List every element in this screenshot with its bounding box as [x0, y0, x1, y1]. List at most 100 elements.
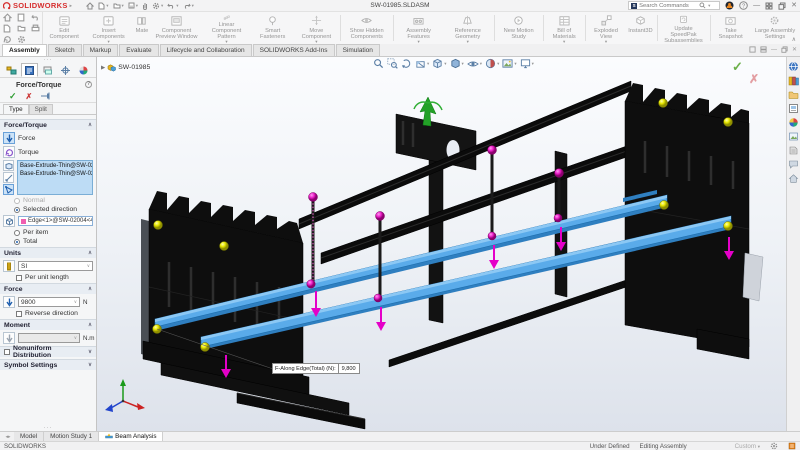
save-icon[interactable]	[17, 13, 25, 22]
search-commands-box[interactable]: S ▾	[628, 1, 720, 10]
select-edges-icon[interactable]	[3, 172, 14, 183]
new-motion-study-button[interactable]: New Motion Study	[496, 12, 542, 44]
select-faces-icon[interactable]	[3, 160, 14, 171]
per-item-radio-row[interactable]: Per item	[14, 229, 93, 236]
status-options-gear-icon[interactable]	[770, 442, 778, 450]
3d-model[interactable]	[97, 57, 786, 431]
graphics-area[interactable]: ▶ SW-01985 ▾ ▾ ▾ ▾ ▾ ▾ ▾ ✓ ✗ F-Along Edg…	[97, 57, 800, 431]
undo-button[interactable]: ▾	[167, 2, 178, 9]
reverse-direction-checkbox[interactable]	[16, 311, 22, 317]
view-palette-icon[interactable]	[788, 103, 799, 114]
search-input[interactable]	[639, 3, 697, 9]
assembly-features-button[interactable]: Assembly Features▾	[395, 12, 443, 44]
custom-properties-icon[interactable]	[788, 145, 799, 156]
force-callout[interactable]: F-Along Edge(Total) (N): 9,800	[272, 363, 360, 374]
instant3d-button[interactable]: Instant3D	[625, 12, 655, 44]
open-button[interactable]: ▾	[113, 2, 124, 9]
help-icon[interactable]: ?	[739, 1, 748, 10]
units-section-header[interactable]: Units∧	[0, 247, 96, 258]
panel-help-icon[interactable]: ?	[85, 81, 92, 88]
tree-item-label[interactable]: SW-01985	[118, 64, 150, 71]
open-icon[interactable]	[17, 24, 26, 32]
selection-item[interactable]: Base-Extrude-Thin@SW-02003	[18, 162, 92, 170]
apply-scene-icon[interactable]: ▾	[502, 58, 516, 69]
per-unit-length-checkbox[interactable]	[16, 275, 22, 281]
user-account-icon[interactable]	[725, 1, 734, 10]
tab-sketch[interactable]: Sketch	[48, 44, 82, 56]
new-icon[interactable]	[3, 24, 11, 33]
dimxpertmanager-tab[interactable]	[57, 63, 74, 77]
ok-check-icon[interactable]: ✓	[9, 91, 17, 102]
per-item-radio[interactable]	[14, 230, 20, 236]
type-tab[interactable]: Type	[3, 104, 29, 114]
solidworks-resources-icon[interactable]	[788, 61, 799, 72]
keep-visible-pin-icon[interactable]	[41, 92, 52, 100]
status-document-icon[interactable]	[788, 442, 796, 450]
search-icon[interactable]	[699, 2, 706, 9]
force-value-input[interactable]: 9800∨	[18, 297, 80, 307]
menu-expand-arrow[interactable]: ▸	[70, 4, 73, 8]
torque-option[interactable]: Torque	[3, 146, 93, 158]
displaymanager-tab[interactable]	[75, 63, 92, 77]
redo-button[interactable]: ▾	[183, 2, 194, 9]
selected-direction-radio-row[interactable]: Selected direction	[14, 206, 93, 213]
configurationmanager-tab[interactable]	[39, 63, 56, 77]
center-bracket[interactable]	[396, 114, 476, 170]
direction-reference-field[interactable]: Edge<1>@SW-02004<4>	[18, 216, 93, 226]
update-speedpak-button[interactable]: Update SpeedPak Subassemblies	[659, 12, 709, 44]
zoom-to-area-icon[interactable]	[387, 58, 398, 69]
status-config-selector[interactable]: Custom ▾	[735, 443, 760, 450]
tree-expand-arrow[interactable]: ▶	[101, 65, 105, 71]
file-explorer-icon[interactable]	[788, 89, 799, 100]
minimize-button[interactable]: —	[753, 2, 760, 9]
ribbon-collapse-chevron[interactable]: ∧	[792, 36, 796, 43]
take-snapshot-button[interactable]: Take Snapshot	[711, 12, 750, 44]
home-icon[interactable]	[788, 173, 799, 184]
move-component-button[interactable]: Move Component▾	[294, 12, 339, 44]
section-view-icon[interactable]: ▾	[415, 58, 429, 69]
confirm-cancel-icon[interactable]: ✗	[749, 72, 759, 86]
total-radio[interactable]	[14, 239, 20, 245]
model-tab[interactable]: Model	[14, 432, 44, 441]
cancel-x-icon[interactable]: ✗	[26, 92, 33, 101]
moment-section-header[interactable]: Moment∧	[0, 319, 96, 330]
appearances-icon[interactable]	[788, 117, 799, 128]
nonuniform-distribution-checkbox[interactable]	[4, 349, 10, 355]
beam-analysis-tab[interactable]: Beam Analysis	[99, 432, 163, 441]
selection-item[interactable]: Base-Extrude-Thin@SW-02003	[18, 170, 92, 178]
close-button[interactable]: ✕	[791, 2, 797, 9]
select-vertices-icon[interactable]	[3, 184, 14, 195]
tab-markup[interactable]: Markup	[83, 44, 119, 56]
units-select[interactable]: SI∨	[18, 261, 93, 271]
confirm-ok-icon[interactable]: ✓	[732, 59, 743, 75]
force-section-header[interactable]: Force∧	[0, 283, 96, 294]
exploded-view-button[interactable]: Exploded View▾	[587, 12, 626, 44]
save-button[interactable]: ▾	[128, 2, 138, 9]
home-icon[interactable]	[3, 13, 12, 22]
force-torque-section-header[interactable]: Force/Torque∧	[0, 119, 96, 130]
mate-button[interactable]: Mate	[132, 12, 151, 44]
doc-tile-icon[interactable]	[760, 46, 767, 53]
doc-cascade-icon[interactable]	[749, 46, 756, 53]
force-option[interactable]: Force	[3, 132, 93, 144]
undo-icon[interactable]	[31, 13, 40, 21]
new-document-button[interactable]: ▾	[98, 2, 108, 10]
options-gear-icon[interactable]	[17, 35, 26, 44]
options-button[interactable]: ▾	[152, 2, 163, 10]
propertymanager-tab[interactable]	[21, 63, 38, 77]
home-button[interactable]	[86, 2, 94, 10]
apps-grid-icon[interactable]	[765, 2, 773, 10]
tab-assembly[interactable]: Assembly	[2, 44, 47, 56]
insert-components-button[interactable]: Insert Components▾	[85, 12, 133, 44]
callout-value[interactable]: 9,800	[339, 364, 359, 373]
selection-list[interactable]: Base-Extrude-Thin@SW-02003 Base-Extrude-…	[17, 160, 93, 195]
attach-button[interactable]	[142, 2, 148, 10]
tab-evaluate[interactable]: Evaluate	[119, 44, 158, 56]
component-preview-window-button[interactable]: Component Preview Window	[151, 12, 201, 44]
total-radio-row[interactable]: Total	[14, 238, 93, 245]
symbol-settings-header[interactable]: Symbol Settings∨	[0, 359, 96, 370]
show-hidden-components-button[interactable]: Show Hidden Components	[342, 12, 392, 44]
design-library-icon[interactable]	[788, 75, 799, 86]
rebuild-icon[interactable]	[3, 35, 12, 44]
selected-direction-radio[interactable]	[14, 207, 20, 213]
